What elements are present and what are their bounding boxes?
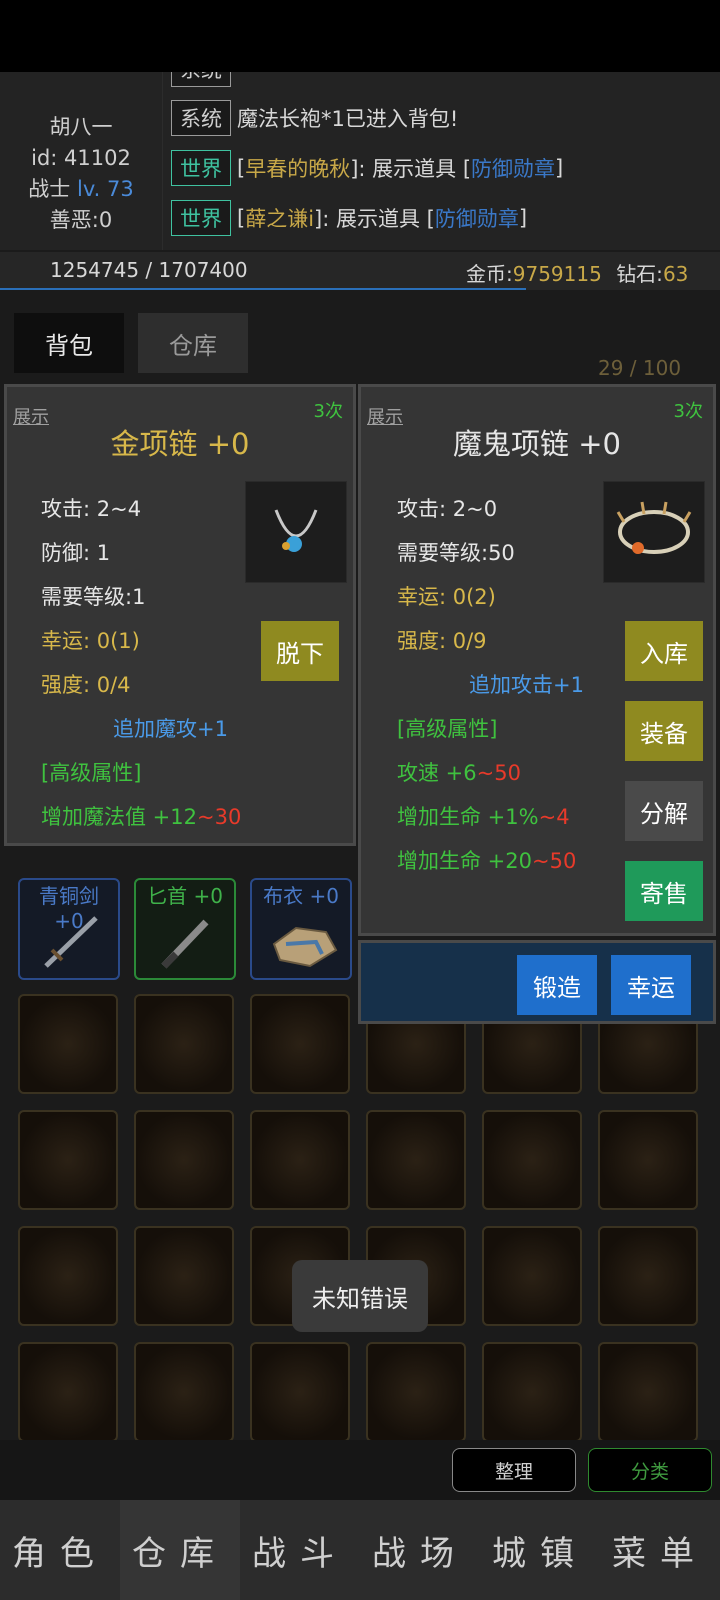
exp-progress — [0, 288, 526, 290]
stat-luck: 幸运: 0(1) — [41, 629, 140, 653]
empty-slot[interactable] — [134, 1110, 234, 1210]
bag-item-panel: 展示 3次 魔鬼项链 +0 攻击: 2~0 需要等级:50 幸运: 0(2) 强… — [358, 384, 716, 936]
empty-slot[interactable] — [366, 1342, 466, 1442]
player-info[interactable]: 胡八一 id: 41102 战士 lv. 73 善恶:0 — [0, 72, 162, 250]
chat-line: 世界 [薛之谦i]: 展示道具 [防御勋章] — [171, 199, 527, 237]
stat-bonus: 追加攻击+1 — [469, 673, 584, 697]
item-title: 金项链 +0 — [110, 427, 250, 461]
item-title: 魔鬼项链 +0 — [453, 427, 621, 461]
empty-slot[interactable] — [250, 1342, 350, 1442]
chat-line-partial: 系统 — [171, 72, 237, 88]
stat-attack: 攻击: 2~4 — [41, 497, 142, 521]
stat-strength: 强度: 0/9 — [397, 629, 487, 653]
necklace-icon — [274, 509, 318, 552]
empty-slot[interactable] — [250, 1110, 350, 1210]
nav-battlefield[interactable]: 战场 — [360, 1500, 480, 1600]
player-karma: 善恶:0 — [49, 208, 113, 232]
empty-slot[interactable] — [598, 1342, 698, 1442]
item-thumbnail — [245, 481, 347, 583]
item-thumbnail — [603, 481, 705, 583]
nav-warehouse[interactable]: 仓库 — [120, 1500, 240, 1600]
item-slot-bronze-sword[interactable]: 青铜剑 +0 — [18, 878, 120, 980]
nav-battle[interactable]: 战斗 — [240, 1500, 360, 1600]
bag-capacity: 29 / 100 — [598, 356, 682, 380]
sort-button[interactable]: 整理 — [452, 1448, 576, 1492]
luck-button[interactable]: 幸运 — [611, 955, 691, 1015]
empty-slot[interactable] — [18, 1110, 118, 1210]
chat-player-link[interactable]: 早春的晚秋 — [245, 153, 350, 183]
empty-slot[interactable] — [366, 1110, 466, 1210]
nav-menu[interactable]: 菜单 — [600, 1500, 720, 1600]
empty-slot[interactable] — [482, 1342, 582, 1442]
sword-icon — [44, 916, 98, 968]
empty-slot[interactable] — [18, 1226, 118, 1326]
armor-icon — [272, 926, 338, 968]
empty-slot[interactable] — [18, 1342, 118, 1442]
item-slot-cloth-armor[interactable]: 布衣 +0 — [250, 878, 352, 980]
chat-line: 系统 魔法长袍*1已进入背包! — [171, 99, 458, 137]
exp-bar: 1254745 / 1707400 金币:9759115 钻石:63 — [0, 252, 720, 290]
nav-town[interactable]: 城镇 — [480, 1500, 600, 1600]
status-bar — [0, 0, 720, 72]
chat-panel[interactable]: 系统 系统 魔法长袍*1已进入背包! 世界 [早春的晚秋]: 展示道具 [防御勋… — [162, 72, 720, 250]
stat-luck: 幸运: 0(2) — [397, 585, 496, 609]
empty-slot[interactable] — [18, 994, 118, 1094]
show-count: 3次 — [673, 401, 703, 422]
decompose-button[interactable]: 分解 — [625, 781, 703, 841]
exp-text: 1254745 / 1707400 — [50, 258, 248, 282]
empty-slot[interactable] — [134, 1226, 234, 1326]
stat-defense: 防御: 1 — [41, 541, 111, 565]
stat-level-req: 需要等级:1 — [41, 585, 146, 609]
chat-item-link[interactable]: 防御勋章 — [435, 203, 519, 233]
stat-attack: 攻击: 2~0 — [397, 497, 498, 521]
store-button[interactable]: 入库 — [625, 621, 703, 681]
stat-level-req: 需要等级:50 — [397, 541, 515, 565]
error-toast: 未知错误 — [292, 1260, 428, 1332]
unequip-button[interactable]: 脱下 — [261, 621, 339, 681]
chat-line: 世界 [早春的晚秋]: 展示道具 [防御勋章] — [171, 149, 563, 187]
item-action-bar: 锻造 幸运 — [358, 940, 716, 1024]
advanced-stat: 增加生命 +20~50 — [397, 849, 577, 873]
advanced-stat: 增加魔法值 +12~30 — [41, 805, 242, 829]
empty-slot[interactable] — [482, 1110, 582, 1210]
spiked-necklace-icon — [616, 501, 692, 554]
forge-button[interactable]: 锻造 — [517, 955, 597, 1015]
classify-button[interactable]: 分类 — [588, 1448, 712, 1492]
advanced-stat: 增加生命 +1%~4 — [397, 805, 570, 829]
empty-slot[interactable] — [598, 1226, 698, 1326]
sell-button[interactable]: 寄售 — [625, 861, 703, 921]
empty-slot[interactable] — [598, 1110, 698, 1210]
chat-player-link[interactable]: 薛之谦i — [245, 203, 314, 233]
equip-button[interactable]: 装备 — [625, 701, 703, 761]
nav-character[interactable]: 角色 — [0, 1500, 120, 1600]
stat-bonus: 追加魔攻+1 — [113, 717, 228, 741]
stat-strength: 强度: 0/4 — [41, 673, 131, 697]
empty-slot[interactable] — [482, 1226, 582, 1326]
advanced-header: [高级属性] — [397, 717, 498, 741]
chat-item-link[interactable]: 防御勋章 — [471, 153, 555, 183]
tab-warehouse[interactable]: 仓库 — [138, 313, 248, 373]
tab-bag[interactable]: 背包 — [14, 313, 124, 373]
equipped-item-panel: 展示 3次 金项链 +0 攻击: 2~4 防御: 1 需要等级:1 幸运: 0(… — [4, 384, 356, 846]
item-slot-dagger[interactable]: 匕首 +0 — [134, 878, 236, 980]
player-id: id: 41102 — [31, 146, 131, 170]
player-name: 胡八一 — [49, 115, 113, 139]
channel-badge: 世界 — [171, 150, 231, 186]
channel-badge: 系统 — [171, 100, 231, 136]
player-class-level: 战士 lv. 73 — [28, 177, 134, 201]
empty-slot[interactable] — [134, 1342, 234, 1442]
advanced-stat: 攻速 +6~50 — [397, 761, 521, 785]
dagger-icon — [161, 919, 209, 969]
show-count: 3次 — [313, 401, 343, 422]
empty-slot[interactable] — [250, 994, 350, 1094]
empty-slot[interactable] — [134, 994, 234, 1094]
currency-display: 金币:9759115 钻石:63 — [466, 262, 689, 286]
advanced-header: [高级属性] — [41, 761, 142, 785]
channel-badge: 世界 — [171, 200, 231, 236]
